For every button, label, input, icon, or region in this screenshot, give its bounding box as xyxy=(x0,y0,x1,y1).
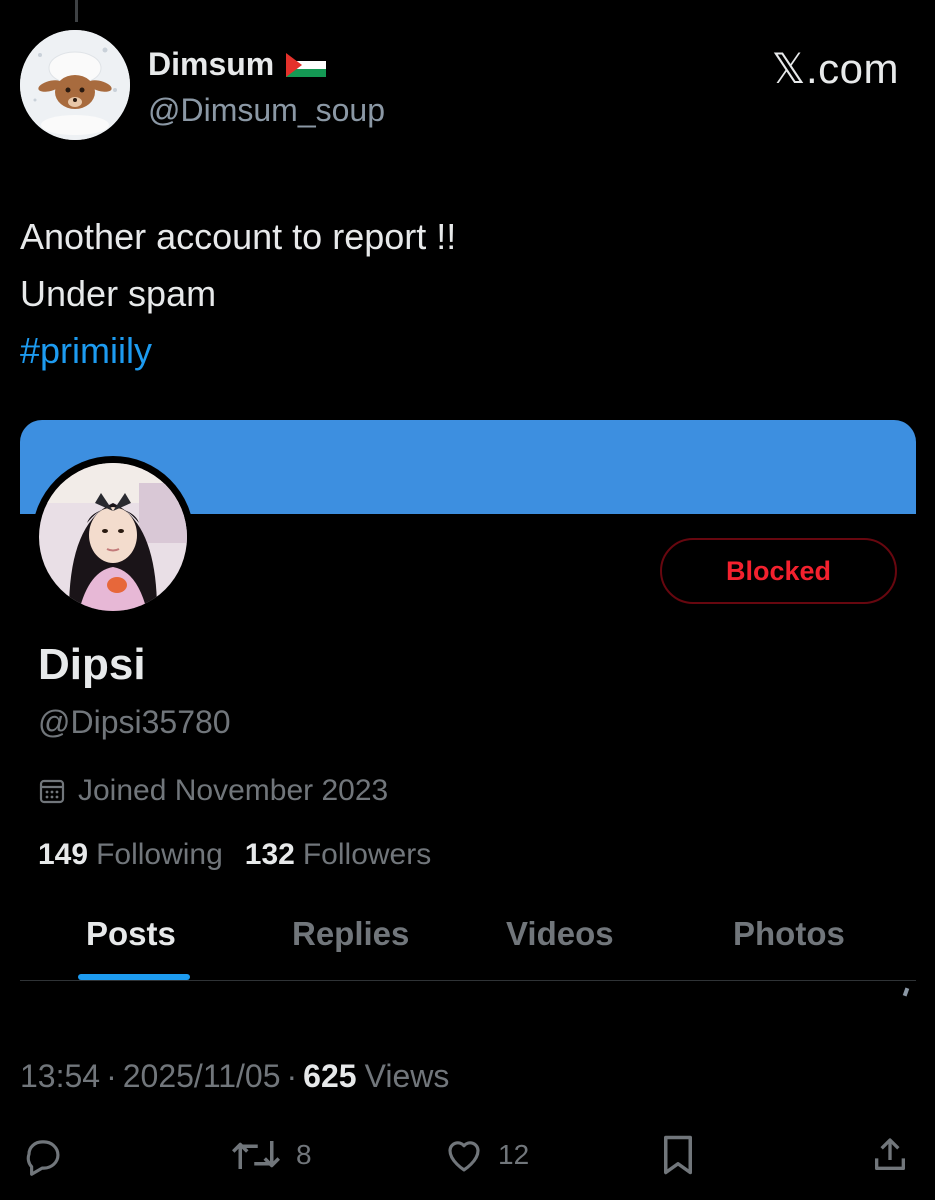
retweet-button[interactable]: 8 xyxy=(228,1134,312,1176)
tweet-text-line: Another account to report !! xyxy=(20,216,457,257)
scroll-tick xyxy=(902,987,910,997)
joined-date: Joined November 2023 xyxy=(38,774,388,808)
following-label: Following xyxy=(96,838,223,871)
views-label: Views xyxy=(364,1058,450,1094)
follow-stats: 149 Following 132 Followers xyxy=(38,838,453,872)
heart-icon xyxy=(448,1141,480,1172)
joined-text: Joined November 2023 xyxy=(78,774,389,807)
author-name-text[interactable]: Dimsum xyxy=(148,46,274,83)
hashtag-link[interactable]: #primiily xyxy=(20,322,456,379)
profile-avatar[interactable] xyxy=(32,456,194,618)
following-stat[interactable]: 149 Following xyxy=(38,838,223,872)
retweet-count: 8 xyxy=(296,1139,312,1170)
meta-separator: · xyxy=(286,1058,298,1094)
retweet-icon xyxy=(232,1141,280,1169)
share-icon xyxy=(875,1138,905,1170)
tweet-time[interactable]: 13:54 xyxy=(20,1058,100,1095)
like-count: 12 xyxy=(498,1139,530,1170)
share-button[interactable] xyxy=(870,1134,910,1176)
profile-name: Dipsi xyxy=(38,640,146,689)
author-handle[interactable]: @Dimsum_soup xyxy=(148,92,385,129)
tabs-divider xyxy=(20,980,916,981)
tweet-text: Another account to report !! Under spam … xyxy=(20,208,456,379)
tab-videos[interactable]: Videos xyxy=(506,915,614,953)
author-name[interactable]: Dimsum xyxy=(148,46,327,83)
x-logo: 𝕏.com xyxy=(771,45,899,92)
calendar-icon xyxy=(39,779,65,804)
following-count: 149 xyxy=(38,838,89,871)
thread-connector xyxy=(75,0,78,22)
reply-icon xyxy=(26,1140,60,1176)
tweet-date[interactable]: 2025/11/05 xyxy=(123,1058,281,1095)
tab-posts[interactable]: Posts xyxy=(86,915,176,953)
meta-separator: · xyxy=(106,1058,117,1094)
bookmark-icon xyxy=(664,1135,692,1175)
tweet-screenshot: Dimsum @Dimsum_soup 𝕏.com Another accoun… xyxy=(0,0,935,1200)
reply-button[interactable] xyxy=(22,1134,64,1176)
palestine-flag-icon xyxy=(286,52,327,77)
tweet-text-line: Under spam xyxy=(20,273,217,314)
views-count: 625 xyxy=(303,1058,357,1094)
tab-replies[interactable]: Replies xyxy=(292,915,409,953)
followers-count: 132 xyxy=(244,838,295,871)
profile-handle: @Dipsi35780 xyxy=(38,704,231,740)
like-button[interactable]: 12 xyxy=(442,1134,529,1176)
followers-stat[interactable]: 132 Followers xyxy=(245,838,431,872)
author-avatar[interactable] xyxy=(20,30,130,140)
blocked-button[interactable]: Blocked xyxy=(660,538,897,604)
followers-label: Followers xyxy=(302,838,432,871)
bookmark-button[interactable] xyxy=(660,1134,696,1176)
tweet-meta: 13:54 · 2025/11/05 · 625 Views xyxy=(20,1058,449,1095)
tab-photos[interactable]: Photos xyxy=(733,915,845,953)
